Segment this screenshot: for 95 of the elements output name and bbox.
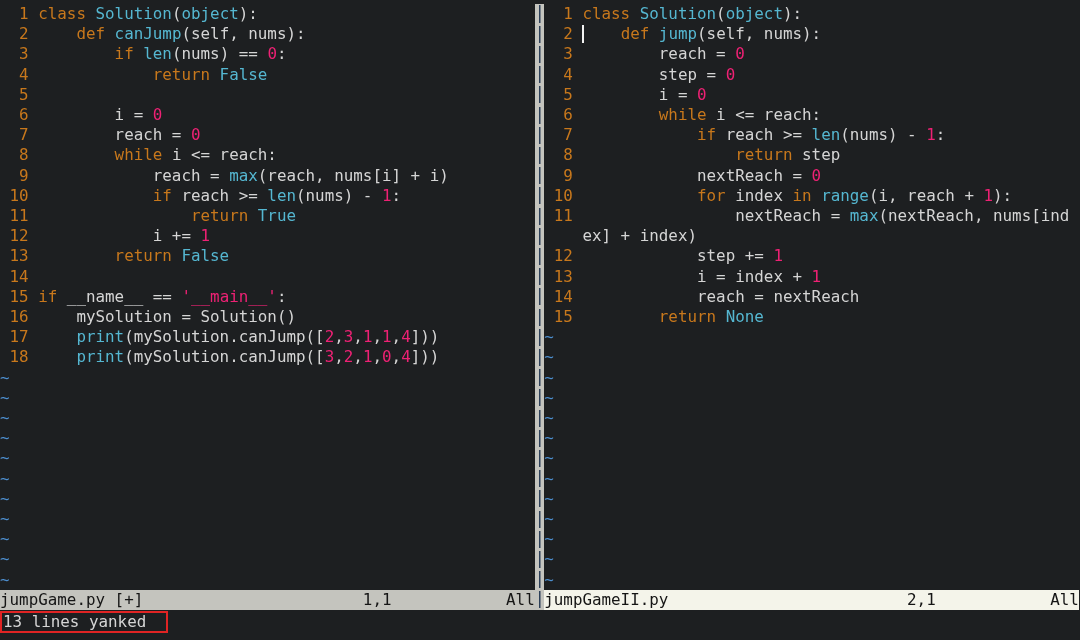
cursor-position: 2,1 — [907, 589, 936, 610]
line-number: 18 — [8, 347, 29, 368]
line-number: 5 — [562, 84, 573, 105]
code-line: if reach >= len(nums) - 1: — [152, 185, 402, 205]
scroll-position: All — [506, 589, 535, 610]
code-line: reach = 0 — [114, 125, 201, 145]
line-number: 12 — [8, 226, 29, 247]
line-number: 3 — [18, 44, 29, 65]
code-line: step += 1 — [697, 246, 783, 266]
line-number: 7 — [562, 125, 573, 146]
code-line: if len(nums) == 0: — [114, 44, 287, 64]
code-line: mySolution = Solution() — [76, 307, 296, 327]
code-line: i = index + 1 — [697, 266, 822, 286]
code-line: i += 1 — [152, 226, 211, 246]
empty-line-marker: ~ — [544, 327, 554, 347]
code-line: print(mySolution.canJump([3,2,1,0,4])) — [76, 347, 440, 367]
line-number: 5 — [18, 84, 29, 105]
code-line: reach = max(reach, nums[i] + i) — [152, 165, 449, 185]
empty-line-marker: ~ — [0, 387, 10, 407]
code-line: i = 0 — [114, 105, 163, 124]
line-number: 1 — [562, 4, 573, 25]
line-number: 4 — [18, 64, 29, 85]
line-number: 9 — [18, 165, 29, 186]
empty-line-marker: ~ — [0, 508, 10, 528]
empty-line-marker: ~ — [544, 488, 554, 508]
code-line: def jump(self, nums): — [620, 24, 822, 44]
line-number: 2 — [562, 24, 573, 45]
empty-line-marker: ~ — [544, 508, 554, 528]
empty-line-marker: ~ — [0, 448, 10, 468]
code-line: def canJump(self, nums): — [76, 24, 306, 44]
code-line: print(mySolution.canJump([2,3,1,1,4])) — [76, 327, 440, 347]
line-number: 16 — [8, 307, 29, 328]
code-line: for index in range(i, reach + 1): — [697, 185, 1013, 205]
scroll-position: All — [1050, 589, 1079, 610]
empty-line-marker: ~ — [0, 428, 10, 448]
empty-line-marker: ~ — [544, 448, 554, 468]
empty-line-marker: ~ — [544, 428, 554, 448]
empty-line-marker: ~ — [544, 549, 554, 569]
line-number: 14 — [8, 266, 29, 287]
line-number: 8 — [562, 145, 573, 166]
line-number: 8 — [18, 145, 29, 166]
line-number: 3 — [562, 44, 573, 65]
line-number: 10 — [552, 185, 573, 207]
code-line: return step — [735, 145, 841, 165]
code-line: if __name__ == '__main__': — [38, 286, 287, 306]
empty-line-marker: ~ — [0, 529, 10, 549]
code-line: reach = 0 — [658, 44, 745, 64]
code-line: reach = nextReach — [697, 286, 860, 306]
empty-line-marker: ~ — [544, 367, 554, 387]
code-line: i = 0 — [658, 84, 707, 104]
line-number: 11 — [8, 206, 29, 227]
line-number: 2 — [18, 24, 29, 45]
empty-line-marker: ~ — [544, 468, 554, 488]
line-number: 13 — [8, 246, 29, 267]
code-line: return None — [658, 307, 764, 327]
line-number: 6 — [18, 105, 29, 126]
code-line: return False — [152, 64, 268, 84]
line-number: 7 — [18, 125, 29, 146]
code-line: while i <= reach: — [114, 145, 277, 165]
line-number: 10 — [8, 185, 29, 207]
line-number: 14 — [552, 286, 573, 308]
line-number: 11 — [552, 206, 573, 227]
file-name: jumpGame.py [+] — [0, 589, 144, 610]
line-number: 12 — [552, 246, 573, 267]
code-line: class Solution(object): — [38, 4, 258, 23]
empty-line-marker: ~ — [544, 529, 554, 549]
line-number: 15 — [552, 307, 573, 328]
line-number: 1 — [18, 4, 29, 25]
code-line: nextReach = 0 — [697, 165, 822, 185]
code-line: nextReach = max(nextReach, nums[index] + index) — [582, 206, 1070, 246]
status-message: 13 lines yanked — [0, 611, 169, 633]
code-line: if reach >= len(nums) - 1: — [697, 125, 946, 145]
line-number: 17 — [8, 327, 29, 348]
empty-line-marker: ~ — [544, 408, 554, 427]
empty-line-marker: ~ — [0, 468, 10, 488]
code-line: step = 0 — [658, 64, 736, 84]
line-number: 9 — [562, 165, 573, 186]
line-number: 15 — [8, 286, 29, 308]
code-line: class Solution(object): — [582, 4, 803, 23]
cursor-position: 1,1 — [362, 589, 392, 610]
empty-line-marker: ~ — [0, 488, 10, 508]
file-name: jumpGameII.py — [544, 589, 669, 610]
empty-line-marker: ~ — [544, 387, 554, 407]
empty-line-marker: ~ — [0, 408, 10, 428]
empty-line-marker: ~ — [544, 347, 554, 367]
code-line: return False — [114, 246, 230, 266]
empty-line-marker: ~ — [0, 569, 10, 589]
empty-line-marker: ~ — [0, 367, 10, 387]
line-number: 6 — [562, 105, 573, 126]
empty-line-marker: ~ — [0, 549, 10, 569]
empty-line-marker: ~ — [544, 569, 554, 589]
line-number: 4 — [562, 64, 573, 85]
code-line: while i <= reach: — [658, 105, 822, 124]
code-line: return True — [190, 206, 296, 226]
line-number: 13 — [552, 266, 573, 287]
